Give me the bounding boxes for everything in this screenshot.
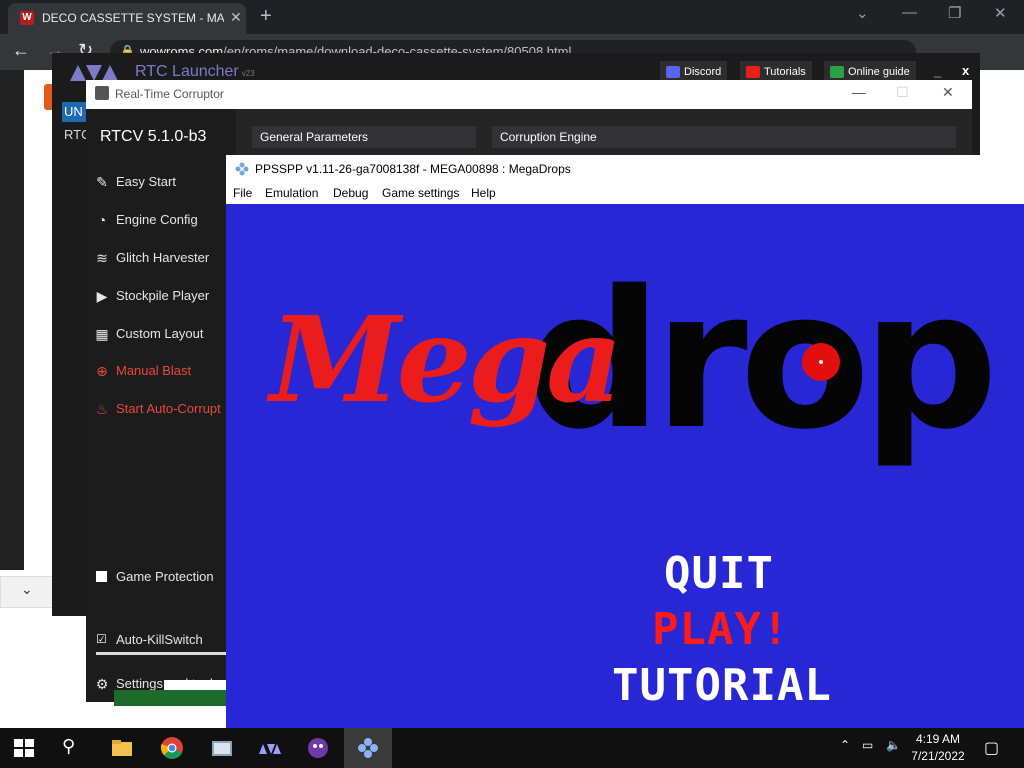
clock-date: 7/21/2022: [911, 749, 965, 763]
notification-icon[interactable]: ▢: [984, 738, 999, 758]
sidebar-item-easy-start[interactable]: ✎ Easy Start: [94, 171, 234, 193]
menu-emulation[interactable]: Emulation: [265, 186, 318, 200]
rtc-minimize-icon[interactable]: —: [852, 84, 866, 100]
browser-tab-title: DECO CASSETTE SYSTEM - MAM: [42, 11, 224, 25]
checkmark-icon: ☑: [96, 632, 107, 646]
photos-app-icon[interactable]: [210, 736, 234, 760]
gear-icon: ⚙: [95, 676, 109, 692]
checkbox-icon: [96, 571, 107, 582]
corruption-engine-panel: Corruption Engine: [492, 126, 956, 148]
file-explorer-icon[interactable]: [110, 736, 134, 760]
sidebar-item-stockpile-player[interactable]: ▶ Stockpile Player: [94, 285, 234, 307]
gauge-icon: ◔: [97, 212, 107, 228]
crosshair-icon: ⊕: [96, 363, 108, 379]
menu-help[interactable]: Help: [471, 186, 496, 200]
network-icon[interactable]: ▭: [862, 738, 873, 752]
minimize-icon[interactable]: —: [902, 4, 917, 21]
chrome-icon[interactable]: [160, 736, 184, 760]
sidebar-item-glitch-harvester[interactable]: ≋ Glitch Harvester: [94, 247, 234, 269]
rtc-logo-icon: [70, 65, 118, 81]
auto-killswitch-toggle[interactable]: ☑ Auto-KillSwitch: [94, 629, 234, 651]
restore-icon[interactable]: ❐: [948, 4, 961, 22]
launcher-minimize-icon[interactable]: _: [934, 63, 941, 78]
youtube-icon: [746, 66, 760, 78]
rtc-window-title: Real-Time Corruptor: [115, 87, 224, 101]
chevron-up-icon[interactable]: ⌃: [840, 738, 850, 752]
flame-icon: ♨: [95, 401, 109, 417]
rtc-version-title: RTCV 5.1.0-b3: [100, 128, 207, 145]
site-favicon: W: [20, 11, 34, 25]
page-collapse-button[interactable]: ⌄: [0, 576, 58, 608]
layers-icon: ≋: [96, 250, 108, 266]
launcher-close-icon[interactable]: x: [962, 63, 969, 78]
guide-icon: [830, 66, 844, 78]
launcher-title: RTC Launcher v23: [135, 63, 255, 80]
magic-wand-icon: ✎: [96, 174, 108, 190]
game-screen[interactable]: drop Mega QUIT PLAY! TUTORIAL: [226, 204, 1024, 728]
close-window-icon[interactable]: ✕: [994, 4, 1007, 22]
browser-tab[interactable]: W DECO CASSETTE SYSTEM - MAM ✕: [8, 3, 246, 34]
logo-disc-icon: [802, 343, 840, 381]
ppsspp-taskbar-button[interactable]: [344, 728, 392, 768]
ppsspp-window-title: PPSSPP v1.11-26-ga7008138f - MEGA00898 :…: [255, 162, 571, 176]
windows-start-icon[interactable]: [12, 736, 36, 760]
ppsspp-titlebar: PPSSPP v1.11-26-ga7008138f - MEGA00898 :…: [226, 155, 1024, 183]
search-icon[interactable]: ⚲: [62, 736, 86, 760]
menu-file[interactable]: File: [233, 186, 252, 200]
launcher-version: v23: [241, 69, 255, 78]
sidebar-item-engine-config[interactable]: ◔ Engine Config: [94, 209, 234, 231]
page-green-button[interactable]: [114, 690, 226, 706]
game-protection-toggle[interactable]: Game Protection: [94, 566, 234, 588]
rtc-close-icon[interactable]: ✕: [942, 84, 954, 101]
tab-close-icon[interactable]: ✕: [230, 9, 242, 26]
menu-option-tutorial[interactable]: TUTORIAL: [612, 660, 832, 711]
general-parameters-panel: General Parameters: [252, 126, 476, 148]
rtc-corruptor-taskbar-icon[interactable]: [306, 736, 330, 760]
new-tab-icon[interactable]: +: [260, 5, 272, 28]
menu-option-quit[interactable]: QUIT: [664, 548, 774, 599]
clock-time: 4:19 AM: [915, 732, 961, 746]
volume-icon[interactable]: 🔈: [886, 738, 901, 752]
chevron-down-icon: ⌄: [21, 581, 33, 597]
ppsspp-app-icon: [235, 162, 249, 176]
system-clock[interactable]: 4:19 AM 7/21/2022: [908, 731, 968, 765]
tab-search-icon[interactable]: ⌄: [856, 4, 869, 22]
menu-option-play[interactable]: PLAY!: [652, 604, 789, 655]
rtc-launcher-taskbar-icon[interactable]: [258, 736, 282, 760]
menu-game-settings[interactable]: Game settings: [382, 186, 459, 200]
sidebar-item-manual-blast[interactable]: ⊕ Manual Blast: [94, 360, 234, 382]
back-icon[interactable]: ←: [12, 40, 30, 61]
rtc-titlebar: Real-Time Corruptor — ☐ ✕: [86, 80, 972, 109]
grid-icon: ▦: [95, 326, 109, 342]
ppsspp-menubar: File Emulation Debug Game settings Help: [226, 183, 1024, 205]
page-dark-column: [0, 70, 24, 570]
rtc-maximize-icon[interactable]: ☐: [896, 84, 909, 101]
ppsspp-taskbar-icon: [358, 738, 378, 758]
rtc-app-icon: [95, 86, 109, 100]
sidebar-item-auto-corrupt[interactable]: ♨ Start Auto-Corrupt: [94, 398, 234, 420]
killswitch-bar: [96, 652, 226, 655]
logo-mega-text: Mega: [270, 290, 623, 429]
sidebar-item-custom-layout[interactable]: ▦ Custom Layout: [94, 323, 234, 345]
play-icon: ▶: [96, 288, 108, 304]
discord-icon: [666, 66, 680, 78]
menu-debug[interactable]: Debug: [333, 186, 368, 200]
